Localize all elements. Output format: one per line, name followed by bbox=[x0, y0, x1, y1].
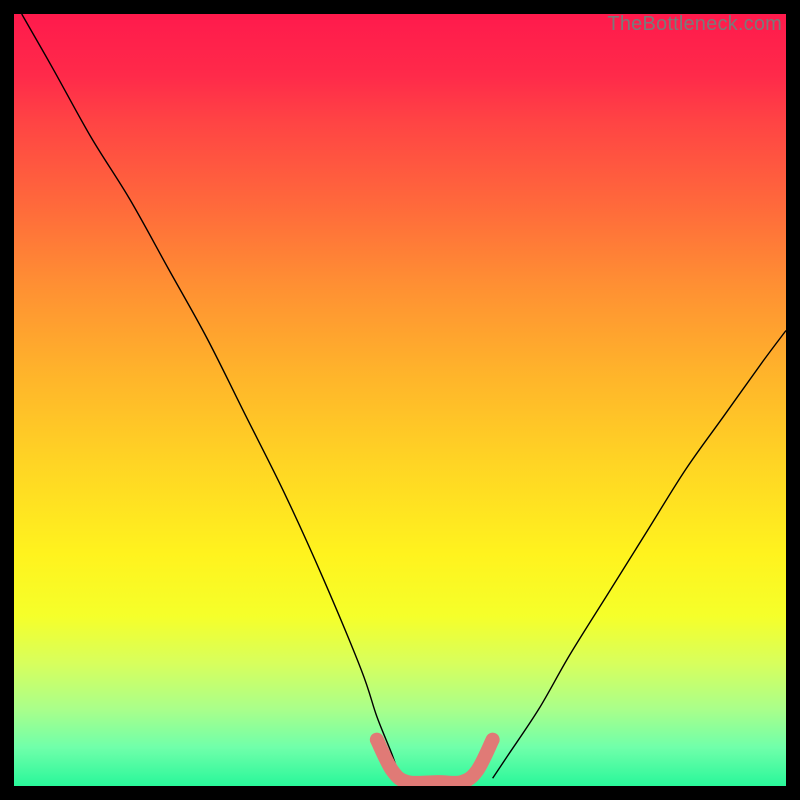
chart-frame: TheBottleneck.com bbox=[0, 0, 800, 800]
valley-marker bbox=[377, 740, 493, 783]
left-curve bbox=[22, 14, 400, 778]
right-curve bbox=[493, 331, 786, 779]
plot-area: TheBottleneck.com bbox=[14, 14, 786, 786]
chart-svg bbox=[14, 14, 786, 786]
